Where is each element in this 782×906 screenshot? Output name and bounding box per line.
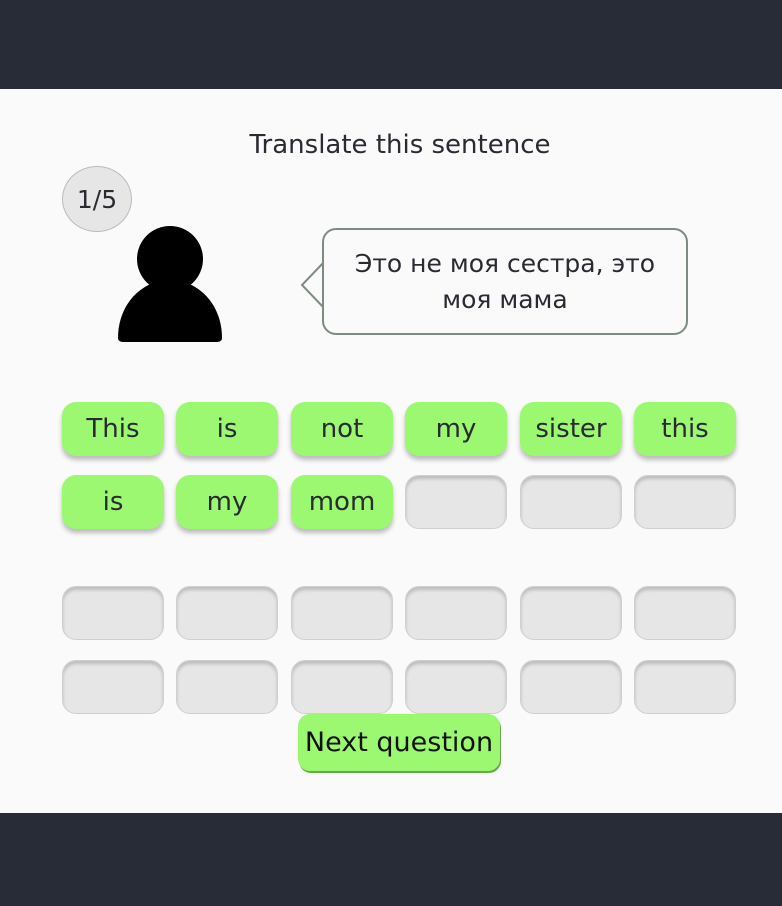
person-icon	[118, 226, 222, 342]
bank-empty-slot	[634, 586, 736, 640]
progress-badge: 1/5	[62, 166, 132, 232]
answer-word[interactable]: my	[176, 475, 278, 529]
answer-empty-slot	[520, 475, 622, 529]
bank-empty-slot	[176, 660, 278, 714]
page-title: Translate this sentence	[249, 130, 551, 160]
bank-empty-slot	[520, 660, 622, 714]
next-question-button[interactable]: Next question	[298, 714, 500, 771]
bank-empty-slot	[520, 586, 622, 640]
bank-empty-slot	[62, 660, 164, 714]
bank-empty-slot	[291, 660, 393, 714]
answer-word[interactable]: is	[176, 402, 278, 456]
answer-word[interactable]: mom	[291, 475, 393, 529]
answer-word[interactable]: is	[62, 475, 164, 529]
speech-bubble: Это не моя сестра, это моя мама	[322, 228, 688, 335]
bank-empty-slot	[62, 586, 164, 640]
bank-empty-slot	[634, 660, 736, 714]
answer-empty-slot	[405, 475, 507, 529]
answer-word[interactable]: sister	[520, 402, 622, 456]
answer-word[interactable]: not	[291, 402, 393, 456]
source-sentence: Это не моя сестра, это моя мама	[354, 248, 656, 314]
answer-word[interactable]: my	[405, 402, 507, 456]
bank-empty-slot	[405, 586, 507, 640]
bank-empty-slot	[291, 586, 393, 640]
answer-empty-slot	[634, 475, 736, 529]
answer-word[interactable]: this	[634, 402, 736, 456]
answer-word[interactable]: This	[62, 402, 164, 456]
bank-empty-slot	[176, 586, 278, 640]
bank-empty-slot	[405, 660, 507, 714]
